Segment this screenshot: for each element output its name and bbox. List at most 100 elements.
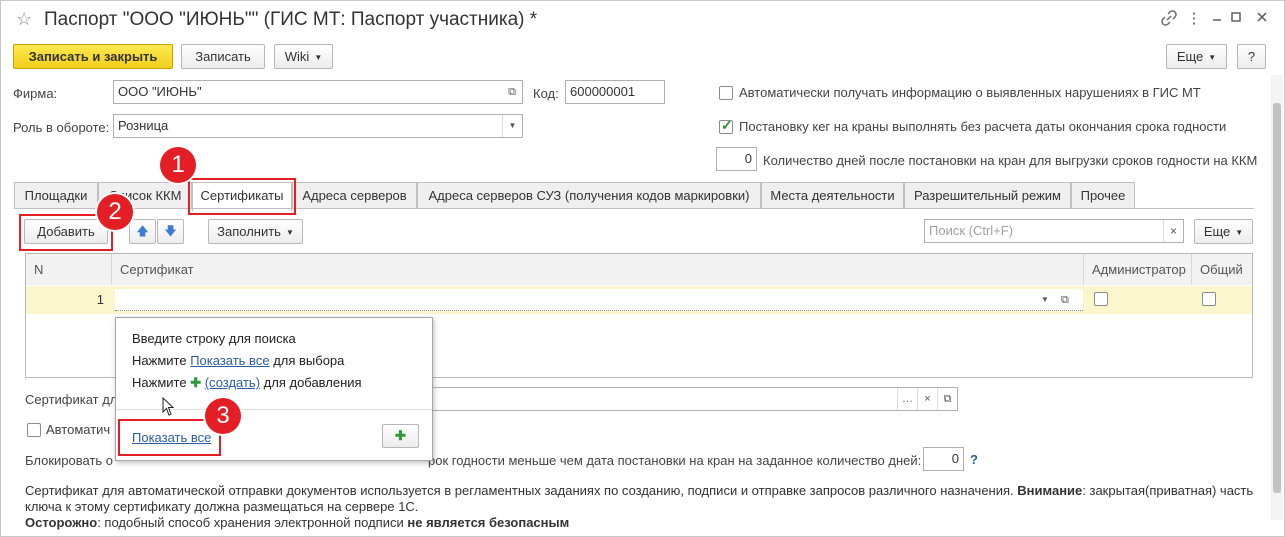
- search-placeholder: Поиск (Ctrl+F): [929, 223, 1014, 238]
- chevron-down-icon[interactable]: ▼: [1041, 289, 1049, 311]
- col-admin-header[interactable]: Администратор: [1084, 254, 1192, 285]
- popup-hint-show-all: Нажмите Показать все для выбора: [132, 353, 344, 368]
- callout-box-3: [118, 419, 221, 456]
- open-icon[interactable]: ⧉: [937, 388, 957, 410]
- help-icon[interactable]: ?: [970, 452, 978, 467]
- chevron-down-icon: ▼: [1235, 228, 1244, 238]
- cert-cell-input[interactable]: ▼ ⧉: [115, 289, 1083, 311]
- footer-line-3: Осторожно: подобный способ хранения элек…: [25, 515, 569, 530]
- chevron-down-icon[interactable]: ▼: [502, 115, 522, 137]
- move-up-icon[interactable]: 🡅: [129, 219, 156, 244]
- block-label-start: Блокировать о: [25, 453, 114, 468]
- row-number: 1: [96, 292, 104, 307]
- window-title: Паспорт "ООО "ИЮНЬ"" (ГИС МТ: Паспорт уч…: [44, 9, 538, 30]
- callout-badge-3: 3: [205, 398, 241, 434]
- footer-not-safe: не является безопасным: [407, 515, 570, 530]
- admin-checkbox[interactable]: [1094, 292, 1108, 306]
- days-label: Количество дней после постановки на кран…: [763, 153, 1258, 168]
- tab-suz-server-addresses[interactable]: Адреса серверов СУЗ (получения кодов мар…: [417, 182, 761, 209]
- auto-violations-label: Автоматически получать информацию о выяв…: [739, 85, 1201, 100]
- mouse-cursor-icon: [162, 397, 175, 416]
- col-n-header[interactable]: N: [26, 254, 112, 285]
- clear-icon[interactable]: ×: [917, 388, 937, 410]
- ellipsis-icon[interactable]: …: [897, 388, 917, 410]
- favorite-star-icon[interactable]: ☆: [16, 9, 32, 30]
- wiki-button[interactable]: Wiki ▼: [274, 44, 333, 69]
- auto-send-label: Автоматич: [46, 422, 111, 437]
- save-button[interactable]: Записать: [181, 44, 265, 69]
- kegs-checkbox[interactable]: [719, 117, 733, 134]
- open-icon[interactable]: ⧉: [502, 81, 522, 103]
- common-checkbox[interactable]: [1202, 292, 1216, 306]
- more-button[interactable]: Еще ▼: [1166, 44, 1227, 69]
- more-label: Еще: [1176, 49, 1204, 64]
- popup-hint-search: Введите строку для поиска: [132, 331, 296, 346]
- popup-line2-pre: Нажмите: [132, 353, 187, 368]
- days-input[interactable]: 0: [716, 147, 757, 171]
- save-and-close-button[interactable]: Записать и закрыть: [13, 44, 173, 69]
- popup-line2-post: для выбора: [273, 353, 345, 368]
- tab-sites[interactable]: Площадки: [14, 182, 98, 209]
- callout-badge-2: 2: [97, 194, 133, 230]
- certs-more-button[interactable]: Еще ▼: [1194, 219, 1253, 244]
- code-label: Код:: [533, 86, 559, 101]
- popup-hint-create: Нажмите ✚ (создать) для добавления: [132, 375, 362, 391]
- fill-label: Заполнить: [217, 224, 281, 239]
- callout-badge-1: 1: [160, 147, 196, 183]
- footer-line-2: ключа к этому сертификату должна размеща…: [25, 499, 419, 514]
- menu-icon[interactable]: ⋮: [1185, 10, 1203, 28]
- tab-server-addresses[interactable]: Адреса серверов: [292, 182, 417, 209]
- block-label-end: рок годности меньше чем дата постановки …: [428, 453, 922, 468]
- certs-more-label: Еще: [1203, 224, 1231, 239]
- link-icon[interactable]: [1160, 10, 1178, 28]
- footer-line-1-text: Сертификат для автоматической отправки д…: [25, 483, 1014, 498]
- chevron-down-icon: ▼: [1208, 53, 1217, 63]
- kegs-label: Постановку кег на краны выполнять без ра…: [739, 119, 1227, 134]
- tab-permit-mode[interactable]: Разрешительный режим: [904, 182, 1071, 209]
- role-label: Роль в обороте:: [13, 120, 110, 135]
- plus-icon: ✚: [395, 428, 406, 443]
- firm-value: ООО "ИЮНЬ": [118, 84, 202, 99]
- create-plus-button[interactable]: ✚: [382, 424, 419, 448]
- move-down-icon[interactable]: 🡇: [157, 219, 184, 244]
- clear-icon[interactable]: ×: [1163, 220, 1183, 242]
- fill-button[interactable]: Заполнить ▼: [208, 219, 303, 244]
- auto-send-checkbox[interactable]: [27, 423, 41, 437]
- footer-line-1: Сертификат для автоматической отправки д…: [25, 483, 1253, 498]
- chevron-down-icon: ▼: [314, 53, 323, 63]
- popup-show-all-link[interactable]: Показать все: [190, 353, 269, 368]
- role-select[interactable]: Розница ▼: [113, 114, 523, 138]
- block-days-input[interactable]: 0: [923, 447, 964, 471]
- maximize-icon[interactable]: [1227, 10, 1245, 28]
- tab-places-of-activity[interactable]: Места деятельности: [761, 182, 904, 209]
- role-value: Розница: [118, 118, 169, 133]
- scrollbar[interactable]: [1271, 75, 1283, 520]
- open-icon[interactable]: ⧉: [1061, 289, 1069, 311]
- firm-field[interactable]: ООО "ИЮНЬ" ⧉: [113, 80, 523, 104]
- plus-icon: ✚: [190, 375, 202, 390]
- popup-line3-pre: Нажмите: [132, 375, 187, 390]
- popup-create-link[interactable]: (создать): [205, 375, 260, 390]
- footer-caution: Осторожно: [25, 515, 98, 530]
- callout-box-1: [188, 178, 296, 215]
- minimize-icon[interactable]: [1208, 10, 1226, 28]
- cert-for-label: Сертификат дл: [25, 392, 118, 407]
- table-row[interactable]: 1 ▼ ⧉: [26, 286, 1252, 314]
- cert-for-field[interactable]: … × ⧉: [430, 387, 958, 411]
- close-icon[interactable]: [1253, 10, 1271, 28]
- footer-line-3-mid: : подобный способ хранения электронной п…: [97, 515, 404, 530]
- footer-line-1-end: : закрытая(приватная) часть: [1082, 483, 1254, 498]
- search-input[interactable]: Поиск (Ctrl+F) ×: [924, 219, 1184, 243]
- scrollbar-thumb[interactable]: [1273, 103, 1281, 493]
- wiki-label: Wiki: [284, 49, 310, 64]
- col-common-header[interactable]: Общий: [1192, 254, 1252, 285]
- code-field[interactable]: 600000001: [565, 80, 665, 104]
- popup-line3-post: для добавления: [263, 375, 362, 390]
- col-cert-header[interactable]: Сертификат: [112, 254, 1084, 285]
- tab-other[interactable]: Прочее: [1071, 182, 1135, 209]
- help-button[interactable]: ?: [1237, 44, 1266, 69]
- footer-attention: Внимание: [1017, 483, 1083, 498]
- firm-label: Фирма:: [13, 86, 58, 101]
- auto-violations-checkbox[interactable]: [719, 86, 733, 100]
- chevron-down-icon: ▼: [285, 228, 294, 238]
